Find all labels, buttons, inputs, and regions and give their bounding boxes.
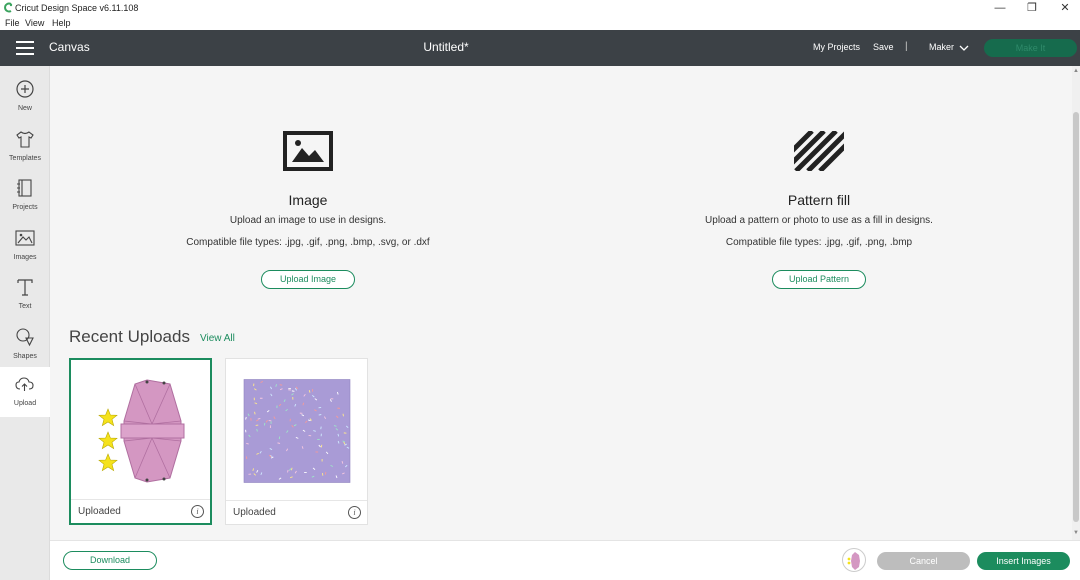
header-separator: |	[905, 41, 908, 52]
window-title: Cricut Design Space v6.11.108	[15, 3, 139, 13]
chevron-down-icon[interactable]	[958, 42, 970, 54]
view-all-link[interactable]: View All	[200, 333, 235, 344]
recent-upload-card[interactable]: Uploaded i	[225, 358, 368, 525]
make-it-button[interactable]: Make It	[984, 39, 1077, 57]
sidebar-item-label: Projects	[12, 204, 38, 211]
image-icon	[15, 230, 35, 246]
sidebar-item-label: Images	[13, 254, 37, 261]
text-icon	[17, 279, 33, 296]
sidebar-item-label: Templates	[9, 155, 41, 162]
pattern-file-types: Compatible file types: .jpg, .gif, .png,…	[725, 237, 913, 248]
image-icon	[283, 131, 333, 171]
card-footer: Uploaded i	[226, 500, 367, 524]
restore-button[interactable]: ❐	[1022, 1, 1042, 15]
menu-file[interactable]: File	[5, 18, 20, 28]
pattern-description: Upload a pattern or photo to use as a fi…	[705, 215, 933, 226]
card-footer: Uploaded i	[71, 499, 210, 523]
pattern-stripes-icon	[794, 131, 844, 171]
sprinkles-pattern-thumbnail	[243, 379, 351, 483]
save-link[interactable]: Save	[873, 42, 894, 52]
sidebar-item-label: Text	[18, 303, 32, 310]
scroll-down-arrow-icon[interactable]: ▼	[1072, 530, 1080, 536]
card-label: Uploaded	[78, 506, 121, 517]
scrollbar-thumb[interactable]	[1073, 112, 1079, 522]
cancel-button[interactable]: Cancel	[877, 552, 970, 570]
menu-view[interactable]: View	[25, 18, 44, 28]
window-titlebar: Cricut Design Space v6.11.108 — ❐ ✕	[0, 0, 1080, 16]
recent-upload-card[interactable]: Uploaded i	[69, 358, 212, 525]
tshirt-icon	[16, 131, 34, 148]
image-file-types: Compatible file types: .jpg, .gif, .png,…	[186, 237, 430, 248]
info-icon[interactable]: i	[191, 505, 204, 518]
sidebar-item-new[interactable]: New	[0, 72, 50, 120]
minimize-button[interactable]: —	[990, 1, 1010, 15]
pattern-heading: Pattern fill	[787, 192, 851, 208]
sidebar-item-templates[interactable]: Templates	[0, 122, 50, 170]
close-button[interactable]: ✕	[1055, 1, 1075, 15]
sidebar-item-projects[interactable]: Projects	[0, 171, 50, 219]
download-button[interactable]: Download	[63, 551, 157, 570]
menu-bar: File View Help	[0, 16, 1080, 30]
menu-help[interactable]: Help	[52, 18, 71, 28]
app-header: Canvas Untitled* My Projects Save | Make…	[0, 30, 1080, 66]
recent-uploads-title: Recent Uploads	[69, 327, 190, 346]
vertical-scrollbar[interactable]: ▲ ▼	[1072, 66, 1080, 540]
shapes-icon	[16, 328, 34, 347]
sidebar-item-text[interactable]: Text	[0, 270, 50, 318]
cloud-upload-icon	[15, 377, 34, 391]
document-title: Untitled*	[423, 40, 469, 54]
sidebar-item-label: Upload	[13, 400, 37, 407]
info-icon[interactable]: i	[348, 506, 361, 519]
upload-image-button[interactable]: Upload Image	[261, 270, 355, 289]
cricut-logo-icon	[4, 2, 13, 13]
plus-circle-icon	[16, 80, 34, 98]
sidebar-item-images[interactable]: Images	[0, 221, 50, 269]
upload-pattern-button[interactable]: Upload Pattern	[772, 270, 866, 289]
sidebar-item-upload[interactable]: Upload	[0, 367, 50, 417]
insert-images-button[interactable]: Insert Images	[977, 552, 1070, 570]
image-description: Upload an image to use in designs.	[229, 215, 387, 226]
notebook-icon	[17, 179, 32, 197]
sidebar-item-shapes[interactable]: Shapes	[0, 320, 50, 368]
machine-select[interactable]: Maker	[929, 42, 954, 52]
image-heading: Image	[288, 192, 328, 208]
card-label: Uploaded	[233, 507, 276, 518]
sidebar-item-label: New	[17, 105, 32, 112]
selected-image-preview	[842, 548, 866, 572]
sidebar-item-label: Shapes	[13, 353, 37, 360]
scroll-up-arrow-icon[interactable]: ▲	[1072, 68, 1080, 74]
left-sidebar: New Templates Projects Images Text Shape…	[0, 66, 50, 580]
my-projects-link[interactable]: My Projects	[813, 42, 860, 52]
pinata-cut-file-thumbnail	[98, 379, 185, 483]
